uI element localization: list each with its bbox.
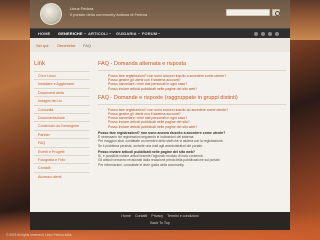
faq-answer: Per informazioni, consultate le linee gu… <box>98 162 185 167</box>
footer-link-termini[interactable]: Termini e condizioni <box>167 214 199 218</box>
breadcrumb-current: FAQ <box>83 43 92 48</box>
sidebar: Link Chi è Linux Installare e Aggiornare… <box>34 60 90 208</box>
sidebar-item[interactable]: Chi è Linux <box>34 71 90 79</box>
chevron-down-icon <box>108 33 111 35</box>
breadcrumb-home[interactable]: Sei qui: <box>36 43 49 48</box>
sidebar-item[interactable]: Documenti della <box>34 87 90 96</box>
social-icon[interactable] <box>275 32 279 36</box>
sidebar-item[interactable]: Comunità <box>34 104 90 113</box>
site-footer: Home Contatti Privacy Termini e condizio… <box>30 212 290 230</box>
sidebar-item[interactable]: Installare e Aggiornare <box>34 79 90 87</box>
sidebar-item[interactable]: Contatti <box>34 163 90 171</box>
chevron-down-icon <box>137 33 140 35</box>
breadcrumb-section[interactable]: Generiche <box>57 43 75 48</box>
footer-link-contatti[interactable]: Contatti <box>135 214 147 218</box>
faq-heading: FAQ - Domande e risposte (raggruppate in… <box>98 94 238 101</box>
faq-link-list: Posso fare registrazioni? non sono ancor… <box>98 108 286 129</box>
site-title[interactable]: Linux Fedora <box>70 6 190 11</box>
site-logo-icon[interactable] <box>40 3 62 25</box>
chevron-down-icon <box>83 33 86 35</box>
sidebar-item[interactable]: Indagini del Ux <box>34 96 90 104</box>
faq-link[interactable]: Posso inviare articoli pubblicati nelle … <box>108 125 286 129</box>
copyright-text: © 2019 All rights reserved | Linux Fedor… <box>6 233 72 237</box>
back-to-top-link[interactable]: Back To Top <box>30 221 290 225</box>
breadcrumb-bar: Sei qui: · Generiche · FAQ <box>30 38 290 52</box>
breadcrumb: Sei qui: · Generiche · FAQ <box>36 43 91 48</box>
nav-item-generiche[interactable]: GENERICHE <box>58 31 86 37</box>
sidebar-item[interactable]: Fotografia e Foto <box>34 154 90 163</box>
breadcrumb-separator: · <box>52 43 54 48</box>
social-icon[interactable] <box>268 32 272 36</box>
faq-content: FAQ - Domanda alternata e risposta Posso… <box>98 60 286 208</box>
faq-heading: FAQ - Domanda alternata e risposta <box>98 61 187 67</box>
footer-link-privacy[interactable]: Privacy <box>151 214 163 218</box>
search-icon[interactable] <box>272 9 280 16</box>
faq-link[interactable]: Posso inviare articoli pubblicati nelle … <box>108 87 286 91</box>
sidebar-title: Link <box>34 61 46 67</box>
sidebar-item[interactable]: Partner <box>34 129 90 138</box>
divider <box>98 70 286 71</box>
social-icon[interactable] <box>261 32 265 36</box>
sidebar-item[interactable]: Eventi e Progetti <box>34 146 90 155</box>
site-header: Linux Fedora Il portale della community … <box>30 0 290 28</box>
sidebar-item[interactable]: Accesso utenti <box>34 171 90 180</box>
site-subtitle: Il portale della community italiana di F… <box>70 12 148 17</box>
social-icon[interactable] <box>254 32 258 36</box>
divider <box>98 103 286 105</box>
main-content-area: Link Chi è Linux Installare e Aggiornare… <box>30 52 290 212</box>
sidebar-item[interactable]: Contenuto da Consegnire <box>34 121 90 129</box>
chevron-down-icon <box>158 33 161 35</box>
footer-links: Home Contatti Privacy Termini e condizio… <box>30 214 290 218</box>
nav-item-guidaria[interactable]: GUIDARIA <box>116 31 140 37</box>
footer-link-home[interactable]: Home <box>121 214 131 218</box>
breadcrumb-separator: · <box>78 43 80 48</box>
search-input[interactable] <box>226 9 270 16</box>
nav-item-articoli[interactable]: ARTICOLI <box>88 31 111 37</box>
sidebar-item[interactable]: Documentazione <box>34 112 90 121</box>
faq-answer: Se il problema persiste, scrivete una ma… <box>98 143 203 148</box>
page-container: Linux Fedora Il portale della community … <box>30 0 290 240</box>
main-navbar: HOME GENERICHE ARTICOLI GUIDARIA FORUM <box>30 28 290 38</box>
sidebar-item[interactable]: FAQ <box>34 138 90 146</box>
nav-item-home[interactable]: HOME <box>38 31 50 37</box>
nav-item-forum[interactable]: FORUM <box>142 31 161 37</box>
faq-link-list: Posso fare registrazioni? non sono ancor… <box>98 74 286 91</box>
